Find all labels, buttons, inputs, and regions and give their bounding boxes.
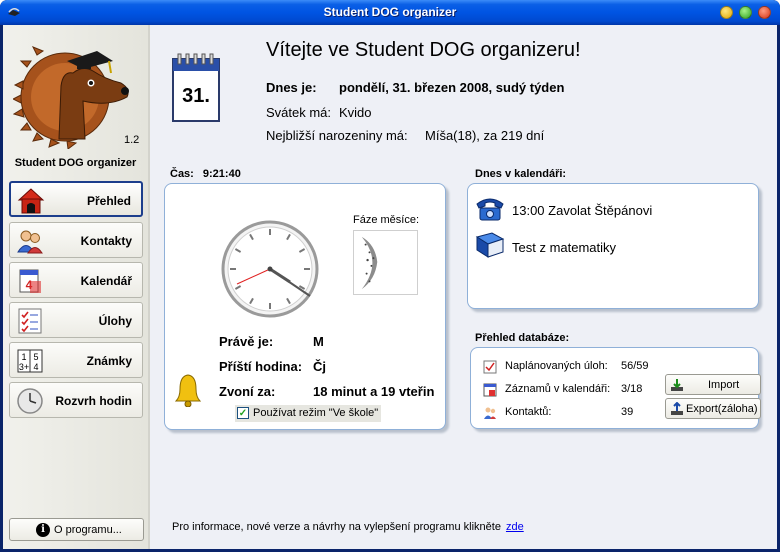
birthday-row: Nejbližší narozeniny má: Míša(18), za 21… (266, 128, 544, 143)
nav-label: Rozvrh hodin (55, 394, 132, 408)
nav-rozvrh-button[interactable]: Rozvrh hodin (9, 382, 143, 418)
close-button[interactable] (758, 6, 771, 19)
title-bar[interactable]: Student DOG organizer (0, 0, 780, 25)
time-label: Čas: (170, 168, 194, 180)
nav-label: Známky (86, 354, 132, 368)
moon-phase-icon (353, 230, 418, 295)
bell-value: 18 minut a 19 vteřin (313, 384, 435, 399)
doghouse-icon (17, 188, 45, 214)
export-label: Export(záloha) (686, 403, 758, 415)
svg-text:1: 1 (21, 352, 26, 362)
bell-icon (175, 374, 201, 407)
window-title: Student DOG organizer (323, 5, 457, 19)
nav-ulohy-button[interactable]: Úlohy (9, 302, 143, 338)
db-row-value: 39 (621, 406, 634, 418)
birthday-value: Míša(18), za 219 dní (425, 128, 545, 143)
school-mode-label: Používat režim "Ve škole" (253, 407, 379, 419)
school-mode-checkbox[interactable]: ✓ Používat režim "Ve škole" (235, 405, 381, 422)
import-button[interactable]: Import (665, 374, 761, 395)
footer: Pro informace, nové verze a návrhy na vy… (172, 521, 524, 533)
svg-text:3+: 3+ (19, 362, 29, 372)
calendar-icon: 4 (19, 269, 41, 293)
footer-link[interactable]: zde (506, 521, 524, 533)
calendar-event[interactable]: Test z matematiky (512, 240, 616, 255)
nav-kontakty-button[interactable]: Kontakty (9, 222, 143, 258)
nav-label: Kalendář (80, 274, 132, 288)
today-calendar-label: Dnes v kalendáři: (475, 168, 567, 180)
time-panel: Fáze měsíce: Právě je: M Příští hodina: … (164, 183, 446, 430)
nameday-label: Svátek má: (266, 105, 332, 120)
dog-logo-icon (13, 46, 129, 149)
main-panel: 31. Vítejte ve Student DOG organizeru! D… (150, 25, 777, 549)
contacts-small-icon (484, 407, 496, 419)
sidebar: 1.2 Student DOG organizer Přehled Kontak… (3, 25, 148, 549)
svg-text:5: 5 (33, 352, 38, 362)
about-button[interactable]: i O programu... (9, 518, 144, 541)
calendar-small-icon (483, 383, 497, 397)
import-icon (671, 379, 683, 391)
import-label: Import (708, 379, 740, 391)
footer-text: Pro informace, nové verze a návrhy na vy… (172, 521, 501, 533)
welcome-heading: Vítejte ve Student DOG organizeru! (266, 39, 581, 61)
moon-phase-label: Fáze měsíce: (353, 214, 420, 226)
calendar-event[interactable]: 13:00 Zavolat Štěpánovi (512, 203, 652, 218)
bell-label: Zvoní za: (219, 384, 276, 399)
about-label: O programu... (54, 524, 122, 536)
maximize-button[interactable] (739, 6, 752, 19)
clock-icon (17, 388, 43, 414)
next-label: Příští hodina: (219, 359, 303, 374)
contacts-icon (17, 230, 43, 254)
nameday-row: Svátek má: Kvido (266, 105, 372, 120)
book-icon (475, 232, 505, 258)
nav-label: Přehled (86, 194, 131, 208)
calendar-day: 31. (182, 85, 210, 107)
nav-prehled-button[interactable]: Přehled (9, 181, 143, 217)
db-row-label: Záznamů v kalendáři: (505, 383, 611, 395)
db-overview-label: Přehled databáze: (475, 332, 570, 344)
app-name: Student DOG organizer (14, 157, 137, 169)
db-row-value: 3/18 (621, 383, 643, 395)
app-window: Student DOG organizer 1.2 Student DOG or… (0, 0, 780, 552)
svg-text:4: 4 (33, 362, 38, 372)
minimize-button[interactable] (720, 6, 733, 19)
grades-icon: 1 5 3+ 4 (17, 349, 43, 373)
birthday-label: Nejbližší narozeniny má: (266, 128, 408, 143)
tasks-icon (483, 360, 497, 374)
time-label-row: Čas: 9:21:40 (170, 168, 241, 180)
info-icon: i (36, 523, 50, 537)
nav-znamky-button[interactable]: 1 5 3+ 4 Známky (9, 342, 143, 378)
db-row-value: 56/59 (621, 360, 649, 372)
checklist-icon (18, 308, 42, 334)
checkmark-icon: ✓ (237, 407, 249, 419)
client-area: 1.2 Student DOG organizer Přehled Kontak… (3, 25, 777, 549)
nav-label: Kontakty (80, 234, 132, 248)
nav-label: Úlohy (98, 314, 132, 328)
today-value: pondělí, 31. březen 2008, sudý týden (339, 80, 565, 95)
now-label: Právě je: (219, 334, 274, 349)
db-row-label: Naplánovaných úloh: (505, 360, 608, 372)
today-calendar-panel: 13:00 Zavolat Štěpánovi Test z matematik… (467, 183, 759, 309)
db-overview-panel: Naplánovaných úloh: 56/59 Záznamů v kale… (470, 347, 761, 429)
now-value: M (313, 334, 324, 349)
version-label: 1.2 (124, 134, 140, 146)
export-icon (671, 402, 683, 415)
phone-icon (476, 198, 504, 221)
nav-kalendar-button[interactable]: 4 Kalendář (9, 262, 143, 298)
time-value: 9:21:40 (202, 168, 241, 180)
today-label: Dnes je: (266, 80, 317, 95)
db-row-label: Kontaktů: (505, 406, 552, 418)
clock-face-icon (221, 220, 319, 318)
export-button[interactable]: Export(záloha) (665, 398, 761, 419)
next-value: Čj (313, 359, 326, 374)
nameday-value: Kvido (339, 105, 372, 120)
today-row: Dnes je: pondělí, 31. březen 2008, sudý … (266, 80, 564, 95)
